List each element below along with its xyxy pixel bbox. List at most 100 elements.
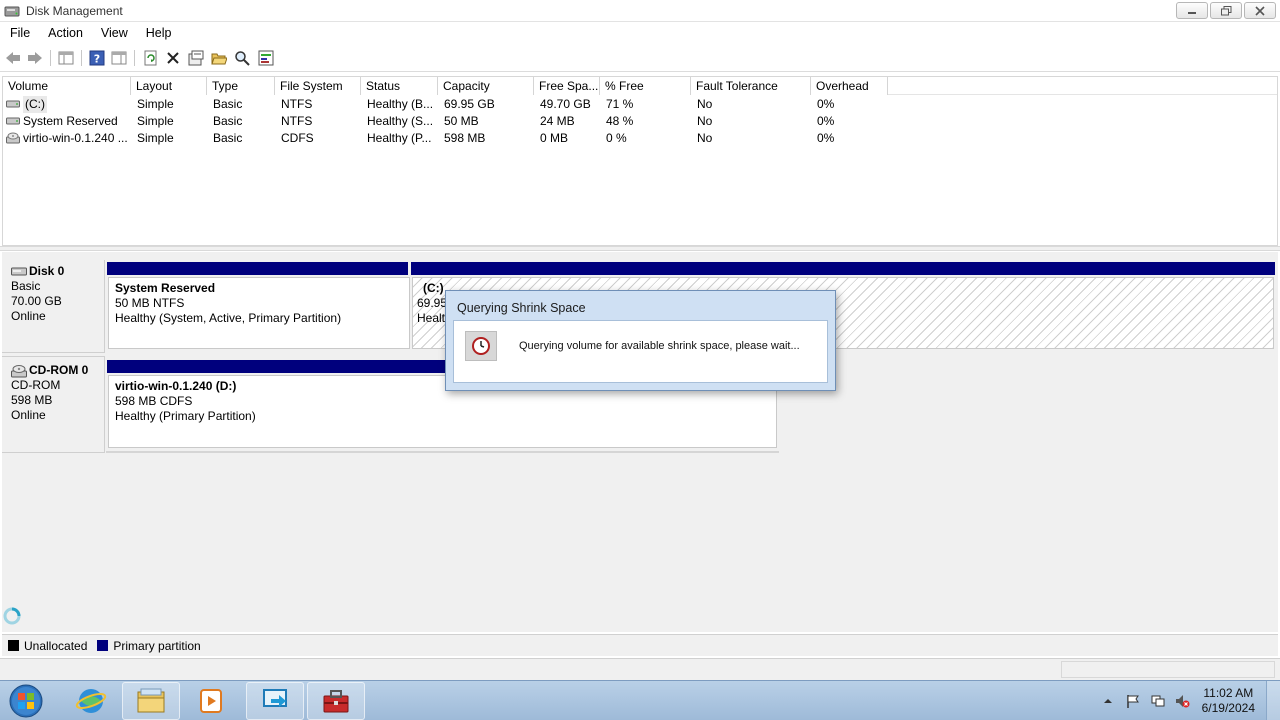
- taskbar-file-explorer[interactable]: [122, 682, 180, 720]
- taskbar-remote-desktop[interactable]: [246, 682, 304, 720]
- cell-type: Basic: [213, 114, 243, 128]
- settings-button[interactable]: [257, 49, 275, 67]
- menu-file[interactable]: File: [2, 22, 38, 44]
- search-button[interactable]: [233, 49, 251, 67]
- column-overhead[interactable]: Overhead: [811, 77, 888, 95]
- cell-overhead: 0%: [817, 131, 835, 145]
- disk-kind: Basic: [11, 279, 41, 293]
- dialog-title: Querying Shrink Space: [457, 301, 586, 315]
- properties-icon: [188, 50, 204, 66]
- status-bar: [0, 658, 1280, 680]
- start-button[interactable]: [6, 683, 46, 719]
- disk-0-label[interactable]: Disk 0 Basic 70.00 GB Online: [2, 260, 105, 353]
- taskbar-computer-management[interactable]: [307, 682, 365, 720]
- cell-overhead: 0%: [817, 114, 835, 128]
- cell-file-system: NTFS: [281, 114, 313, 128]
- partition-status: Healthy (Primary Partition): [115, 409, 256, 423]
- clock-date: 6/19/2024: [1201, 701, 1255, 715]
- show-hidden-icons-icon[interactable]: [1100, 693, 1116, 709]
- column-capacity[interactable]: Capacity: [438, 77, 534, 95]
- media-player-icon: [200, 689, 222, 713]
- column-percent-free[interactable]: % Free: [600, 77, 691, 95]
- pane-splitter[interactable]: [0, 246, 1280, 251]
- cell-capacity: 69.95 GB: [444, 97, 495, 111]
- action-center-flag-icon[interactable]: [1125, 693, 1141, 709]
- column-volume[interactable]: Volume: [3, 77, 131, 95]
- column-layout[interactable]: Layout: [131, 77, 207, 95]
- column-free-space[interactable]: Free Spa...: [534, 77, 600, 95]
- dialog-body: Querying volume for available shrink spa…: [453, 320, 828, 383]
- menu-bar: File Action View Help: [0, 22, 1280, 44]
- settings-icon: [258, 50, 274, 66]
- forward-arrow-icon: [28, 52, 42, 64]
- folder-icon: [137, 688, 165, 713]
- menu-help[interactable]: Help: [138, 22, 180, 44]
- partition-header-bar: [107, 262, 408, 275]
- status-bar-pane: [1061, 661, 1275, 678]
- folder-open-icon: [211, 53, 227, 65]
- cell-layout: Simple: [137, 131, 174, 145]
- volume-row[interactable]: System Reserved Simple Basic NTFS Health…: [3, 113, 903, 130]
- cell-overhead: 0%: [817, 97, 835, 111]
- delete-x-icon: [167, 52, 179, 64]
- help-icon: ?: [89, 50, 105, 66]
- column-status[interactable]: Status: [361, 77, 438, 95]
- column-fault-tolerance[interactable]: Fault Tolerance: [691, 77, 811, 95]
- help-button[interactable]: ?: [88, 49, 106, 67]
- windows-logo-icon: [9, 684, 43, 718]
- toolbox-icon: [323, 690, 349, 713]
- cell-free-space: 49.70 GB: [540, 97, 591, 111]
- console-tree-icon: [58, 51, 74, 65]
- restore-button[interactable]: [1210, 2, 1242, 19]
- menu-action[interactable]: Action: [40, 22, 91, 44]
- volume-row[interactable]: virtio-win-0.1.240 ... Simple Basic CDFS…: [3, 130, 903, 147]
- drive-icon: [6, 117, 20, 125]
- disk-management-app-icon: [4, 6, 20, 17]
- cdrom-0-label[interactable]: CD-ROM 0 CD-ROM 598 MB Online: [2, 356, 105, 453]
- show-desktop-button[interactable]: [1266, 681, 1280, 720]
- back-button[interactable]: [4, 49, 22, 67]
- cell-fault-tolerance: No: [697, 97, 713, 111]
- delete-button[interactable]: [164, 49, 182, 67]
- drive-icon: [6, 100, 20, 108]
- cd-drive-icon: [11, 365, 27, 378]
- system-tray: 11:02 AM 6/19/2024: [1090, 681, 1280, 720]
- column-file-system[interactable]: File System: [275, 77, 361, 95]
- cell-free-space: 0 MB: [540, 131, 569, 145]
- minimize-icon: [1188, 11, 1196, 14]
- window-title: Disk Management: [26, 4, 123, 18]
- close-button[interactable]: [1244, 2, 1276, 19]
- show-hide-console-tree-button[interactable]: [57, 49, 75, 67]
- disk-name: CD-ROM 0: [29, 363, 89, 377]
- legend-swatch-unallocated: [8, 640, 19, 651]
- forward-button[interactable]: [26, 49, 44, 67]
- cell-volume: (C:): [23, 96, 47, 113]
- refresh-button[interactable]: [142, 49, 160, 67]
- open-button[interactable]: [210, 49, 228, 67]
- cell-percent-free: 71 %: [606, 97, 634, 111]
- clock-icon: [465, 331, 497, 361]
- restore-icon: [1220, 5, 1231, 15]
- column-type[interactable]: Type: [207, 77, 275, 95]
- disk-state: Online: [11, 408, 46, 422]
- disk-size: 70.00 GB: [11, 294, 62, 308]
- properties-button[interactable]: [187, 49, 205, 67]
- svg-text:?: ?: [94, 53, 100, 66]
- cell-fault-tolerance: No: [697, 131, 713, 145]
- partition-system-reserved[interactable]: System Reserved 50 MB NTFS Healthy (Syst…: [108, 277, 410, 349]
- legend-primary-partition: Primary partition: [113, 638, 201, 653]
- volume-muted-icon[interactable]: [1174, 693, 1190, 709]
- network-icon[interactable]: [1150, 693, 1166, 709]
- busy-cursor-icon: [3, 607, 21, 625]
- menu-view[interactable]: View: [93, 22, 136, 44]
- volume-row[interactable]: (C:) Simple Basic NTFS Healthy (B... 69.…: [3, 96, 903, 113]
- show-hide-action-pane-button[interactable]: [110, 49, 128, 67]
- taskbar-media-player[interactable]: [182, 682, 240, 720]
- taskbar-internet-explorer[interactable]: [62, 682, 120, 720]
- clock[interactable]: 11:02 AM 6/19/2024: [1202, 686, 1255, 716]
- globe-icon: [75, 689, 107, 713]
- legend: Unallocated Primary partition: [2, 634, 1278, 656]
- cell-status: Healthy (B...: [367, 97, 434, 111]
- querying-shrink-space-dialog: Querying Shrink Space Querying volume fo…: [445, 290, 836, 391]
- minimize-button[interactable]: [1176, 2, 1208, 19]
